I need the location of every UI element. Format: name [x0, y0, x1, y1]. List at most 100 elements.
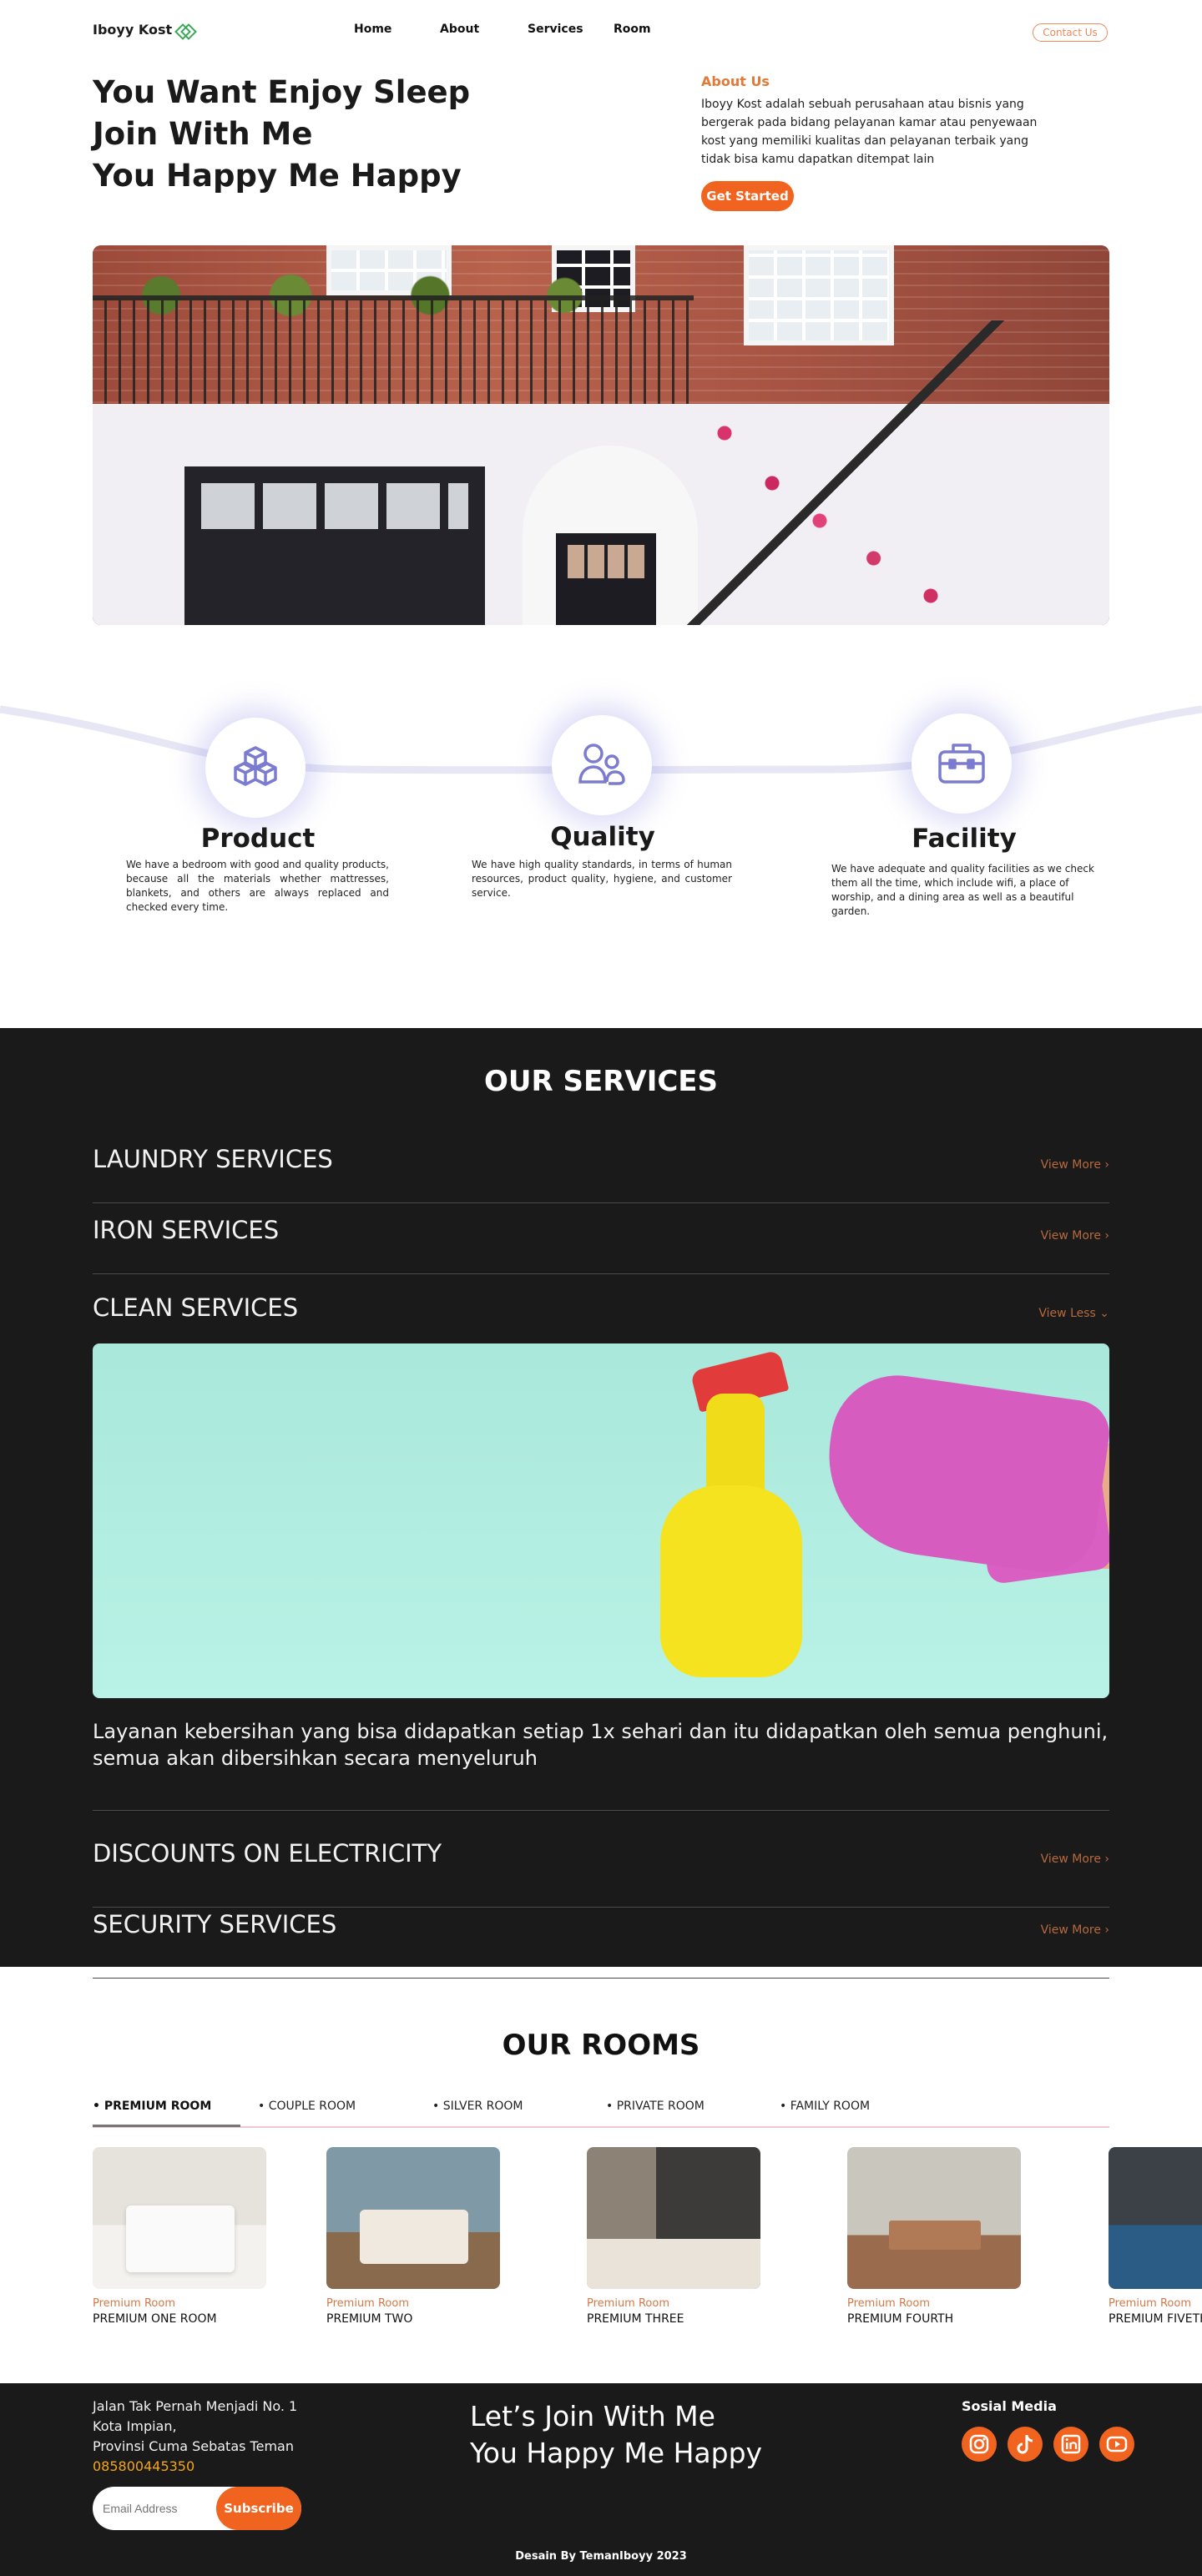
hero-line: You Happy Me Happy — [93, 158, 462, 194]
address-line: Jalan Tak Pernah Menjadi No. 1 — [93, 2398, 298, 2414]
get-started-button[interactable]: Get Started — [701, 181, 794, 211]
room-photo — [587, 2147, 760, 2289]
brand-name: Iboyy Kost — [93, 22, 173, 38]
room-name: PREMIUM ONE ROOM — [93, 2312, 217, 2326]
divider — [93, 1810, 1109, 1811]
page: Iboyy Kost Home About Services Room Cont… — [0, 0, 1202, 2576]
rooms-title: OUR ROOMS — [502, 2029, 700, 2062]
nav-link-about[interactable]: About — [440, 23, 479, 36]
join-line: Let’s Join With Me — [470, 2400, 715, 2432]
view-more-link[interactable]: View More › — [1041, 1229, 1109, 1243]
footer: Jalan Tak Pernah Menjadi No. 1 Kota Impi… — [0, 2383, 1202, 2576]
feature-facility-title: Facility — [912, 824, 1017, 854]
subscribe-button[interactable]: Subscribe — [216, 2487, 301, 2530]
flowers — [677, 371, 994, 621]
footer-credit: Desain By TemanIboyy 2023 — [515, 2550, 687, 2563]
diamond-logo-icon — [177, 24, 192, 36]
brand-logo[interactable]: Iboyy Kost — [93, 22, 192, 38]
social-media-title: Sosial Media — [962, 2398, 1057, 2414]
clean-services-image — [93, 1343, 1109, 1698]
room-photo — [847, 2147, 1021, 2289]
nav-link-services[interactable]: Services — [528, 23, 583, 36]
room-card[interactable]: Premium Room PREMIUM FIVETH — [1109, 2147, 1202, 2326]
room-card[interactable]: Premium Room PREMIUM THREE — [587, 2147, 760, 2326]
service-name: LAUNDRY SERVICES — [93, 1145, 333, 1173]
tab-silver-room[interactable]: • SILVER ROOM — [432, 2100, 523, 2113]
feature-quality-desc: We have high quality standards, in terms… — [472, 859, 732, 899]
clean-services-description: Layanan kebersihan yang bisa didapatkan … — [93, 1720, 1109, 1770]
linkedin-icon[interactable] — [1053, 2427, 1088, 2462]
room-card[interactable]: Premium Room PREMIUM ONE ROOM — [93, 2147, 266, 2326]
service-name: DISCOUNTS ON ELECTRICITY — [93, 1839, 442, 1868]
room-name: PREMIUM THREE — [587, 2312, 684, 2326]
room-photo — [1109, 2147, 1202, 2289]
front-door — [556, 533, 656, 625]
service-laundry[interactable]: LAUNDRY SERVICES View More › — [93, 1145, 1109, 1203]
room-card[interactable]: Premium Room PREMIUM FOURTH — [847, 2147, 1021, 2326]
address-block: Jalan Tak Pernah Menjadi No. 1 Kota Impi… — [93, 2397, 297, 2477]
room-photo — [326, 2147, 500, 2289]
tiktok-icon[interactable] — [1008, 2427, 1043, 2462]
service-electricity-discount[interactable]: DISCOUNTS ON ELECTRICITY View More › — [93, 1839, 1109, 1908]
youtube-icon[interactable] — [1099, 2427, 1134, 2462]
bottle-body — [660, 1485, 802, 1677]
pink-glove — [816, 1367, 1109, 1579]
tab-private-room[interactable]: • PRIVATE ROOM — [606, 2100, 705, 2113]
join-text: Let’s Join With Me You Happy Me Happy — [470, 2398, 762, 2472]
top-nav: Iboyy Kost Home About Services Room Cont… — [0, 0, 1202, 60]
address-line: Provinsi Cuma Sebatas Teman — [93, 2438, 294, 2454]
phone-number[interactable]: 085800445350 — [93, 2457, 297, 2477]
services-title: OUR SERVICES — [483, 1065, 719, 1098]
hero-building-image — [93, 245, 1109, 625]
room-category: Premium Room — [587, 2297, 669, 2310]
active-tab-indicator — [93, 2125, 240, 2127]
room-name: PREMIUM FOURTH — [847, 2312, 954, 2326]
hero-line: You Want Enjoy Sleep — [93, 74, 471, 110]
tab-family-room[interactable]: • FAMILY ROOM — [780, 2100, 870, 2113]
room-photo — [93, 2147, 266, 2289]
services-section: OUR SERVICES LAUNDRY SERVICES View More … — [0, 1028, 1202, 1979]
feature-facility-desc: We have adequate and quality facilities … — [831, 863, 1094, 917]
balcony-railing — [93, 295, 694, 404]
room-tabs: • PREMIUM ROOM • COUPLE ROOM • SILVER RO… — [93, 2100, 1109, 2128]
room-category: Premium Room — [93, 2297, 175, 2310]
room-name: PREMIUM TWO — [326, 2312, 413, 2326]
instagram-icon[interactable] — [962, 2427, 997, 2462]
room-category: Premium Room — [326, 2297, 409, 2310]
feature-product-desc: We have a bedroom with good and quality … — [126, 859, 389, 913]
garage-door — [184, 466, 485, 625]
hero-line: Join With Me — [93, 116, 313, 152]
join-line: You Happy Me Happy — [470, 2437, 763, 2469]
hero-headline: You Want Enjoy Sleep Join With Me You Ha… — [93, 72, 527, 197]
view-more-link[interactable]: View More › — [1041, 1853, 1109, 1866]
service-name: SECURITY SERVICES — [93, 1910, 337, 1938]
room-card[interactable]: Premium Room PREMIUM TWO — [326, 2147, 500, 2326]
feature-facility-circle — [912, 713, 1012, 814]
room-category: Premium Room — [847, 2297, 930, 2310]
feature-product-circle — [205, 718, 306, 818]
view-more-link[interactable]: View More › — [1041, 1158, 1109, 1172]
nav-link-home[interactable]: Home — [354, 23, 391, 36]
feature-product-title: Product — [200, 824, 316, 854]
view-more-link[interactable]: View More › — [1041, 1923, 1109, 1937]
spray-bottle — [660, 1349, 802, 1677]
address-line: Kota Impian, — [93, 2418, 177, 2434]
contact-us-button[interactable]: Contact Us — [1033, 23, 1108, 42]
about-us-text: Iboyy Kost adalah sebuah perusahaan atau… — [701, 98, 1038, 166]
tab-premium-room[interactable]: • PREMIUM ROOM — [93, 2100, 211, 2113]
room-name: PREMIUM FIVETH — [1109, 2312, 1202, 2326]
feature-quality-title: Quality — [550, 822, 655, 852]
service-clean[interactable]: CLEAN SERVICES View Less ⌄ — [93, 1293, 1109, 1327]
service-iron[interactable]: IRON SERVICES View More › — [93, 1216, 1109, 1274]
tab-couple-room[interactable]: • COUPLE ROOM — [258, 2100, 356, 2113]
users-icon — [578, 744, 625, 785]
service-name: CLEAN SERVICES — [93, 1293, 299, 1322]
service-security[interactable]: SECURITY SERVICES View More › — [93, 1910, 1109, 1979]
feature-quality-circle — [552, 715, 652, 815]
view-less-link[interactable]: View Less ⌄ — [1038, 1307, 1109, 1320]
email-input[interactable] — [103, 2499, 211, 2518]
nav-link-room[interactable]: Room — [614, 23, 651, 36]
room-category: Premium Room — [1109, 2297, 1191, 2310]
boxes-icon — [234, 746, 277, 786]
service-name: IRON SERVICES — [93, 1216, 280, 1244]
